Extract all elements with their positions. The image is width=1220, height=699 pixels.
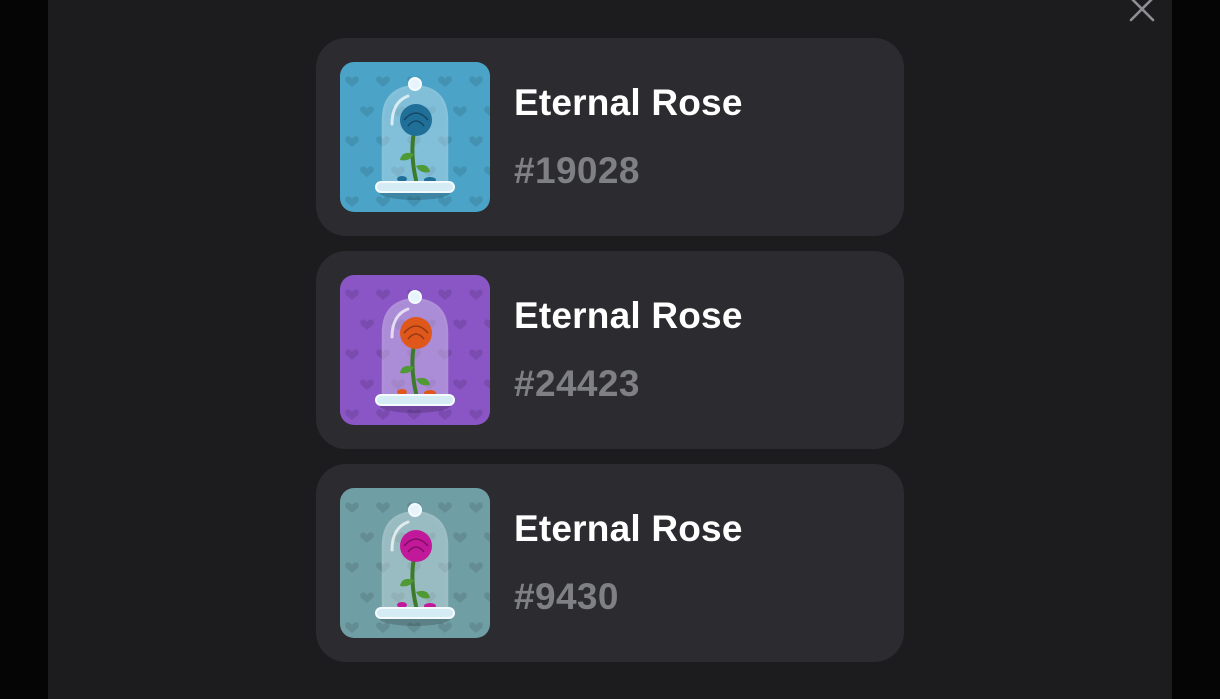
close-button[interactable] xyxy=(1125,0,1159,26)
gift-list: Eternal Rose #19028 Eternal Rose #24423 xyxy=(316,38,904,677)
rose-in-glass-dome-icon xyxy=(340,62,490,212)
gift-name: Eternal Rose xyxy=(514,82,743,123)
gift-name: Eternal Rose xyxy=(514,508,743,549)
gift-card[interactable]: Eternal Rose #9430 xyxy=(316,464,904,662)
gift-number: #24423 xyxy=(514,363,640,404)
gift-thumbnail xyxy=(340,488,490,638)
gift-list-modal: Eternal Rose #19028 Eternal Rose #24423 xyxy=(48,0,1172,699)
gift-card[interactable]: Eternal Rose #24423 xyxy=(316,251,904,449)
gift-number: #19028 xyxy=(514,150,640,191)
gift-thumbnail xyxy=(340,275,490,425)
gift-card[interactable]: Eternal Rose #19028 xyxy=(316,38,904,236)
gift-thumbnail xyxy=(340,62,490,212)
gift-number: #9430 xyxy=(514,576,619,617)
rose-in-glass-dome-icon xyxy=(340,275,490,425)
rose-in-glass-dome-icon xyxy=(340,488,490,638)
gift-name: Eternal Rose xyxy=(514,295,743,336)
close-icon xyxy=(1129,0,1155,22)
